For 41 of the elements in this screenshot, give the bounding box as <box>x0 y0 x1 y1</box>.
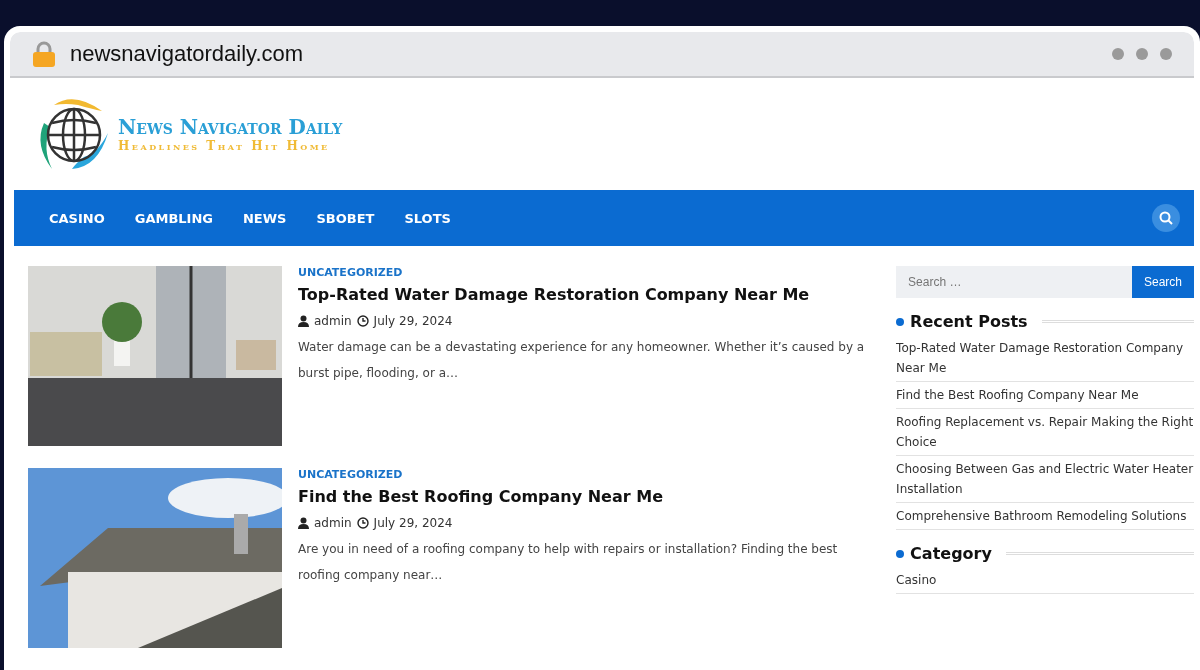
widget-heading: Recent Posts <box>910 312 1028 331</box>
category-link[interactable]: UNCATEGORIZED <box>298 266 873 279</box>
recent-post-link[interactable]: Top-Rated Water Damage Restoration Company Near Me <box>896 335 1194 382</box>
house-roof-photo-placeholder[interactable] <box>28 468 282 648</box>
site-tagline: Headlines That Hit Home <box>118 139 331 153</box>
recent-post-link[interactable]: Comprehensive Bathroom Remodeling Solutions <box>896 503 1194 530</box>
window-dot-icon <box>1160 48 1172 60</box>
nav-link[interactable]: SLOTS <box>389 210 466 226</box>
recent-post-link[interactable]: Choosing Between Gas and Electric Water Heater Installation <box>896 456 1194 503</box>
post-author[interactable]: admin <box>314 516 352 530</box>
post-title[interactable]: Find the Best Roofing Company Near Me <box>298 487 873 506</box>
clock-icon <box>356 315 369 327</box>
clock-icon <box>356 517 369 529</box>
search-icon <box>1159 211 1173 225</box>
search-button[interactable] <box>1152 204 1180 232</box>
post-excerpt: Are you in need of a roofing company to help with repairs or installation? Finding the best roofing company near… <box>298 541 839 584</box>
user-icon <box>298 315 309 327</box>
nav-link[interactable]: GAMBLING <box>119 210 228 226</box>
post-excerpt: Water damage can be a devastating experience for any homeowner. Whether it’s caused by a burst pipe, flooding, or a… <box>298 339 866 382</box>
nav-link[interactable]: NEWS <box>228 210 302 226</box>
nav-link[interactable]: SBOBET <box>301 210 390 226</box>
post-date[interactable]: July 29, 2024 <box>373 516 453 530</box>
lock-icon <box>32 40 56 68</box>
window-dot-icon <box>1112 48 1124 60</box>
user-icon <box>298 517 309 529</box>
search-field[interactable]: Search … <box>896 266 1132 298</box>
bullet-icon <box>896 317 905 326</box>
category-item-link[interactable]: Casino <box>896 567 1194 594</box>
search-button[interactable]: Search <box>1131 266 1194 298</box>
url-text[interactable]: newsnavigatordaily.com <box>70 41 304 67</box>
bullet-icon <box>896 549 905 558</box>
recent-post-link[interactable]: Roofing Replacement vs. Repair Making the Right Choice <box>896 409 1194 456</box>
post-author[interactable]: admin <box>314 314 352 328</box>
category-link[interactable]: UNCATEGORIZED <box>298 468 873 481</box>
living-room-photo-placeholder[interactable] <box>28 266 282 446</box>
nav-link[interactable]: CASINO <box>34 210 120 226</box>
post-date[interactable]: July 29, 2024 <box>373 314 453 328</box>
window-dot-icon <box>1136 48 1148 60</box>
post-title[interactable]: Top-Rated Water Damage Restoration Company Near Me <box>298 285 873 304</box>
recent-post-link[interactable]: Find the Best Roofing Company Near Me <box>896 382 1194 409</box>
widget-heading: Category <box>910 544 992 563</box>
